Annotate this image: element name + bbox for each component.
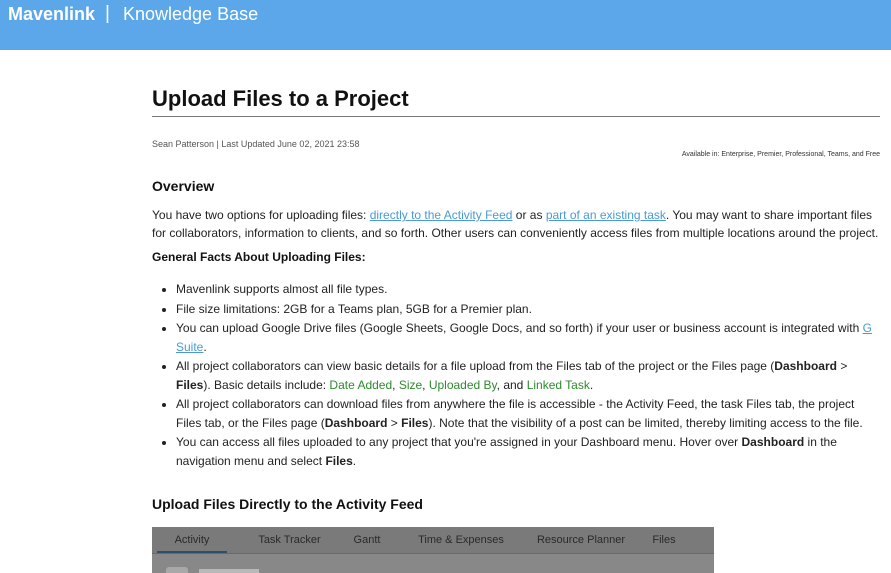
detail-uploaded-by: Uploaded By	[428, 377, 497, 392]
tab-files: Files	[652, 534, 676, 546]
intro-text: or as	[512, 208, 546, 222]
list-item-text: >	[836, 359, 848, 373]
tab-resource-planner: Resource Planner	[536, 534, 626, 546]
detail-linked-task: Linked Task	[526, 377, 590, 392]
screenshot-tab-bar: Activity Task Tracker Gantt Time & Expen…	[152, 527, 714, 554]
facts-list: Mavenlink supports almost all file types…	[152, 280, 882, 470]
detail-size: Size	[398, 377, 423, 392]
page-title: Upload Files to a Project	[152, 86, 880, 117]
knowledge-base-link[interactable]: Knowledge Base	[123, 4, 258, 25]
article-meta: Sean Patterson | Last Updated June 02, 2…	[152, 139, 360, 149]
tab-gantt: Gantt	[353, 534, 381, 546]
facts-heading: General Facts About Uploading Files:	[152, 250, 366, 264]
post-input	[199, 569, 259, 573]
list-item: File size limitations: 2GB for a Teams p…	[176, 300, 882, 319]
intro-text: You have two options for uploading files…	[152, 208, 370, 222]
list-item-text: ,	[422, 377, 429, 392]
tab-time-expenses: Time & Expenses	[418, 534, 504, 546]
site-header: Mavenlink | Knowledge Base	[0, 0, 891, 50]
bold-files: Files	[176, 377, 204, 392]
brand-logo[interactable]: Mavenlink	[8, 4, 95, 25]
availability-note: Available in: Enterprise, Premier, Profe…	[681, 151, 880, 158]
activity-feed-link[interactable]: directly to the Activity Feed	[370, 208, 513, 222]
bold-dashboard: Dashboard	[741, 435, 805, 449]
list-item-text: .	[203, 339, 207, 354]
tab-task-tracker: Task Tracker	[258, 534, 321, 546]
list-item: You can access all files uploaded to any…	[176, 433, 882, 470]
intro-paragraph: You have two options for uploading files…	[152, 206, 882, 242]
list-item-text: , and	[496, 377, 527, 392]
upload-activity-feed-heading: Upload Files Directly to the Activity Fe…	[152, 496, 423, 512]
list-item-text: All project collaborators can view basic…	[176, 359, 775, 373]
bold-files: Files	[401, 415, 429, 430]
list-item-text: ,	[392, 377, 399, 392]
overview-heading: Overview	[152, 178, 215, 194]
list-item: You can upload Google Drive files (Googl…	[176, 319, 882, 356]
screenshot-body	[152, 554, 714, 573]
bold-files: Files	[325, 453, 353, 468]
avatar	[166, 567, 188, 573]
existing-task-link[interactable]: part of an existing task	[546, 208, 666, 222]
list-item-text: .	[589, 377, 594, 392]
brand-separator: |	[105, 3, 110, 24]
list-item-text: ). Basic details include:	[203, 377, 330, 392]
list-item: All project collaborators can view basic…	[176, 357, 882, 394]
tab-activity: Activity	[157, 527, 227, 553]
list-item: All project collaborators can download f…	[176, 395, 882, 432]
bold-dashboard: Dashboard	[774, 359, 837, 373]
list-item: Mavenlink supports almost all file types…	[176, 280, 882, 299]
detail-date-added: Date Added	[329, 377, 393, 392]
list-item-text: ). Note that the visibility of a post ca…	[428, 415, 863, 430]
bold-dashboard: Dashboard	[324, 415, 388, 430]
list-item-text: >	[387, 415, 402, 430]
list-item-text: You can access all files uploaded to any…	[176, 435, 742, 449]
list-item-text: You can upload Google Drive files (Googl…	[176, 321, 863, 335]
embedded-screenshot: Activity Task Tracker Gantt Time & Expen…	[152, 527, 714, 573]
list-item-text: .	[352, 453, 357, 468]
article: Upload Files to a Project Sean Patterson…	[152, 86, 882, 471]
